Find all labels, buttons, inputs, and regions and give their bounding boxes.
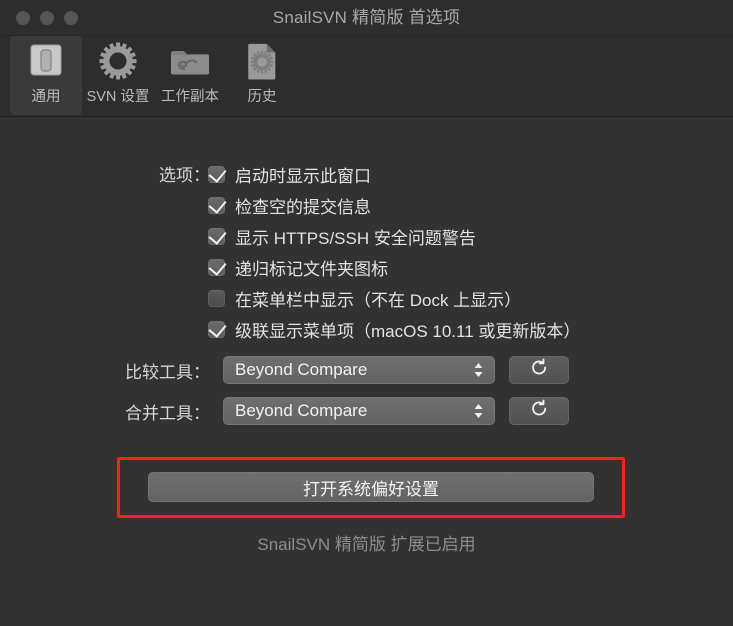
gear-icon xyxy=(97,40,139,82)
checkbox-row-show-https-ssh-warning[interactable]: 显示 HTTPS/SSH 安全问题警告 xyxy=(208,221,580,252)
tab-history[interactable]: 历史 xyxy=(226,36,298,115)
window-title: SnailSVN 精简版 首选项 xyxy=(272,8,461,27)
checkbox-row-cascading-menu-items[interactable]: 级联显示菜单项（macOS 10.11 或更新版本） xyxy=(208,314,580,345)
checkbox-label-show-in-menu-bar: 在菜单栏中显示（不在 Dock 上显示） xyxy=(235,291,522,310)
checkbox-label-check-empty-commit-message: 检查空的提交信息 xyxy=(235,198,371,217)
checkbox-show-window-at-launch[interactable] xyxy=(208,164,227,183)
checkbox-show-in-menu-bar[interactable] xyxy=(208,290,225,307)
checkbox-show-https-ssh-warning[interactable] xyxy=(208,226,227,245)
tab-general[interactable]: 通用 xyxy=(10,36,82,115)
options-label: 选项： xyxy=(159,166,210,185)
diff-tool-select[interactable]: Beyond Compare xyxy=(223,356,495,384)
folder-snail-icon xyxy=(169,40,211,82)
diff-tool-row: 比较工具： Beyond Compare xyxy=(40,356,569,384)
checkbox-check-empty-commit-message[interactable] xyxy=(208,195,227,214)
diff-tool-value: Beyond Compare xyxy=(235,360,368,379)
checkbox-label-show-https-ssh-warning: 显示 HTTPS/SSH 安全问题警告 xyxy=(235,229,476,248)
tab-working-copy[interactable]: 工作副本 xyxy=(154,36,226,115)
merge-tool-label: 合并工具： xyxy=(125,403,210,423)
diff-tool-label: 比较工具： xyxy=(125,362,210,382)
tab-working-copy-label: 工作副本 xyxy=(161,89,219,105)
merge-tool-select[interactable]: Beyond Compare xyxy=(223,397,495,425)
refresh-icon xyxy=(530,399,549,423)
checkbox-row-check-empty-commit-message[interactable]: 检查空的提交信息 xyxy=(208,190,580,221)
open-system-preferences-button[interactable]: 打开系统偏好设置 xyxy=(148,472,594,502)
tab-history-label: 历史 xyxy=(247,89,277,105)
extension-status-text: SnailSVN 精简版 扩展已启用 xyxy=(257,535,476,554)
checkbox-row-recursive-folder-badges[interactable]: 递归标记文件夹图标 xyxy=(208,252,580,283)
preferences-window: SnailSVN 精简版 首选项 通用 SVN 设置 工作副本 历史 选项： 启… xyxy=(0,0,733,626)
checkbox-recursive-folder-badges[interactable] xyxy=(208,257,227,276)
document-gear-icon xyxy=(241,40,283,82)
tab-svn-settings[interactable]: SVN 设置 xyxy=(82,36,154,115)
tab-general-label: 通用 xyxy=(31,89,61,105)
tab-svn-settings-label: SVN 设置 xyxy=(86,89,150,105)
chevron-updown-icon xyxy=(473,361,484,379)
merge-tool-refresh-button[interactable] xyxy=(509,397,569,425)
checkbox-row-show-window-at-launch[interactable]: 启动时显示此窗口 xyxy=(208,159,580,190)
merge-tool-row: 合并工具： Beyond Compare xyxy=(40,397,569,425)
refresh-icon xyxy=(530,358,549,382)
checkbox-label-cascading-menu-items: 级联显示菜单项（macOS 10.11 或更新版本） xyxy=(235,322,581,341)
chevron-updown-icon xyxy=(473,402,484,420)
general-preferences-pane: 选项： 启动时显示此窗口 检查空的提交信息 显示 HTTPS/SSH 安全问题警… xyxy=(0,117,733,626)
options-checkbox-group: 启动时显示此窗口 检查空的提交信息 显示 HTTPS/SSH 安全问题警告 递归… xyxy=(208,159,580,345)
preferences-toolbar: 通用 SVN 设置 工作副本 历史 xyxy=(0,36,733,117)
diff-tool-refresh-button[interactable] xyxy=(509,356,569,384)
checkbox-label-show-window-at-launch: 启动时显示此窗口 xyxy=(235,167,371,186)
merge-tool-value: Beyond Compare xyxy=(235,401,368,420)
checkbox-cascading-menu-items[interactable] xyxy=(208,319,227,338)
checkbox-row-show-in-menu-bar[interactable]: 在菜单栏中显示（不在 Dock 上显示） xyxy=(208,283,580,314)
checkbox-label-recursive-folder-badges: 递归标记文件夹图标 xyxy=(235,260,388,279)
switch-icon xyxy=(25,40,67,82)
window-titlebar: SnailSVN 精简版 首选项 xyxy=(0,0,733,36)
